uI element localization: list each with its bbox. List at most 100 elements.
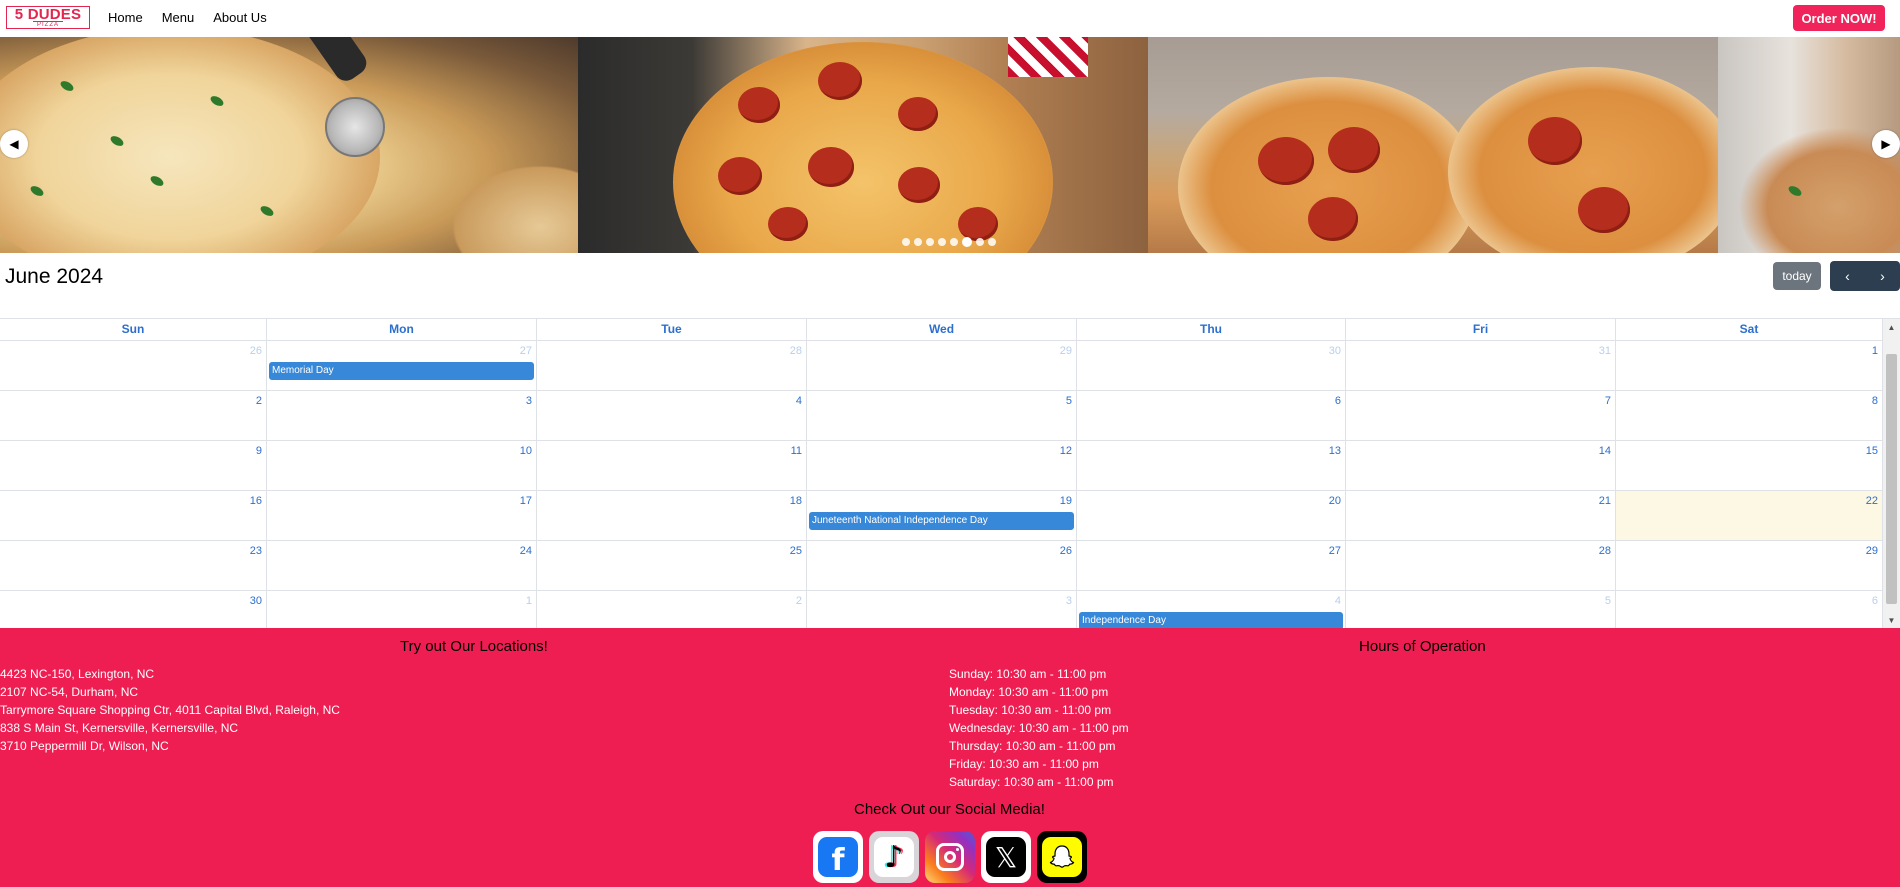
calendar-day[interactable]: 5 [807, 391, 1077, 440]
calendar-day[interactable]: 30 [0, 591, 267, 629]
day-number[interactable]: 6 [1335, 395, 1341, 407]
day-number[interactable]: 7 [1605, 395, 1611, 407]
scroll-up-arrow-icon[interactable]: ▲ [1883, 319, 1900, 336]
calendar-day[interactable]: 31 [1346, 341, 1616, 390]
calendar-day[interactable]: 4 Independence Day [1077, 591, 1346, 629]
day-number[interactable]: 28 [790, 345, 802, 357]
day-number[interactable]: 27 [1329, 545, 1341, 557]
calendar-day[interactable]: 27 [1077, 541, 1346, 590]
carousel-dot[interactable] [988, 238, 996, 246]
calendar-event[interactable]: Independence Day [1079, 612, 1343, 629]
calendar-next-button[interactable]: › [1865, 261, 1900, 291]
carousel-dot[interactable] [976, 238, 984, 246]
calendar-day[interactable]: 3 [267, 391, 537, 440]
calendar-day[interactable]: 26 [0, 341, 267, 390]
tiktok-link[interactable]: ♪ [869, 831, 919, 883]
day-number[interactable]: 10 [520, 445, 532, 457]
day-number[interactable]: 13 [1329, 445, 1341, 457]
day-number[interactable]: 26 [250, 345, 262, 357]
calendar-day[interactable]: 16 [0, 491, 267, 540]
day-number[interactable]: 25 [790, 545, 802, 557]
calendar-event[interactable]: Juneteenth National Independence Day [809, 512, 1074, 530]
day-number[interactable]: 4 [796, 395, 802, 407]
calendar-day[interactable]: 13 [1077, 441, 1346, 490]
carousel-dot[interactable] [914, 238, 922, 246]
instagram-link[interactable] [925, 831, 975, 883]
calendar-day[interactable]: 14 [1346, 441, 1616, 490]
x-twitter-link[interactable]: 𝕏 [981, 831, 1031, 883]
calendar-day[interactable]: 28 [1346, 541, 1616, 590]
day-number[interactable]: 22 [1866, 495, 1878, 507]
calendar-event[interactable]: Memorial Day [269, 362, 534, 380]
day-number[interactable]: 17 [520, 495, 532, 507]
day-number[interactable]: 3 [526, 395, 532, 407]
calendar-day-today[interactable]: 22 [1616, 491, 1883, 540]
carousel-dot[interactable] [902, 238, 910, 246]
today-button[interactable]: today [1773, 262, 1821, 290]
calendar-day[interactable]: 2 [537, 591, 807, 629]
day-number[interactable]: 4 [1335, 595, 1341, 607]
nav-menu[interactable]: Menu [162, 10, 195, 25]
day-number[interactable]: 29 [1866, 545, 1878, 557]
day-number[interactable]: 2 [796, 595, 802, 607]
calendar-day[interactable]: 6 [1616, 591, 1883, 629]
calendar-day[interactable]: 28 [537, 341, 807, 390]
carousel-prev-button[interactable]: ◀ [0, 130, 28, 158]
calendar-day[interactable]: 6 [1077, 391, 1346, 440]
calendar-day[interactable]: 29 [807, 341, 1077, 390]
day-number[interactable]: 11 [791, 445, 802, 457]
day-number[interactable]: 20 [1329, 495, 1341, 507]
facebook-link[interactable]: f [813, 831, 863, 883]
day-number[interactable]: 24 [520, 545, 532, 557]
calendar-day[interactable]: 7 [1346, 391, 1616, 440]
calendar-day[interactable]: 24 [267, 541, 537, 590]
calendar-day[interactable]: 23 [0, 541, 267, 590]
calendar-day[interactable]: 19 Juneteenth National Independence Day [807, 491, 1077, 540]
day-number[interactable]: 30 [1329, 345, 1341, 357]
day-number[interactable]: 12 [1060, 445, 1072, 457]
calendar-day[interactable]: 12 [807, 441, 1077, 490]
calendar-day[interactable]: 18 [537, 491, 807, 540]
logo[interactable]: 5 DUDES PIZZA [6, 6, 90, 29]
day-number[interactable]: 14 [1599, 445, 1611, 457]
calendar-day[interactable]: 20 [1077, 491, 1346, 540]
day-number[interactable]: 29 [1060, 345, 1072, 357]
calendar-day[interactable]: 25 [537, 541, 807, 590]
day-number[interactable]: 8 [1872, 395, 1878, 407]
calendar-day[interactable]: 1 [1616, 341, 1883, 390]
scrollbar-thumb[interactable] [1886, 354, 1897, 604]
day-number[interactable]: 5 [1066, 395, 1072, 407]
day-number[interactable]: 6 [1872, 595, 1878, 607]
day-number[interactable]: 28 [1599, 545, 1611, 557]
calendar-day[interactable]: 15 [1616, 441, 1883, 490]
calendar-day[interactable]: 27 Memorial Day [267, 341, 537, 390]
calendar-day[interactable]: 21 [1346, 491, 1616, 540]
calendar-day[interactable]: 4 [537, 391, 807, 440]
day-number[interactable]: 2 [256, 395, 262, 407]
snapchat-link[interactable] [1037, 831, 1087, 883]
calendar-day[interactable]: 26 [807, 541, 1077, 590]
day-number[interactable]: 19 [1060, 495, 1072, 507]
nav-about-us[interactable]: About Us [213, 10, 266, 25]
scroll-down-arrow-icon[interactable]: ▼ [1883, 612, 1900, 629]
day-number[interactable]: 5 [1605, 595, 1611, 607]
calendar-day[interactable]: 8 [1616, 391, 1883, 440]
day-number[interactable]: 1 [526, 595, 532, 607]
day-number[interactable]: 30 [250, 595, 262, 607]
calendar-day[interactable]: 2 [0, 391, 267, 440]
day-number[interactable]: 31 [1599, 345, 1611, 357]
day-number[interactable]: 21 [1599, 495, 1611, 507]
day-number[interactable]: 15 [1866, 445, 1878, 457]
carousel-dot[interactable] [938, 238, 946, 246]
calendar-day[interactable]: 17 [267, 491, 537, 540]
carousel-dot-active[interactable] [962, 237, 972, 247]
order-now-button[interactable]: Order NOW! [1793, 5, 1885, 31]
calendar-scrollbar[interactable]: ▲ ▼ [1883, 319, 1900, 629]
day-number[interactable]: 9 [256, 445, 262, 457]
calendar-day[interactable]: 11 [537, 441, 807, 490]
calendar-day[interactable]: 3 [807, 591, 1077, 629]
day-number[interactable]: 27 [520, 345, 532, 357]
day-number[interactable]: 3 [1066, 595, 1072, 607]
day-number[interactable]: 18 [790, 495, 802, 507]
calendar-day[interactable]: 29 [1616, 541, 1883, 590]
